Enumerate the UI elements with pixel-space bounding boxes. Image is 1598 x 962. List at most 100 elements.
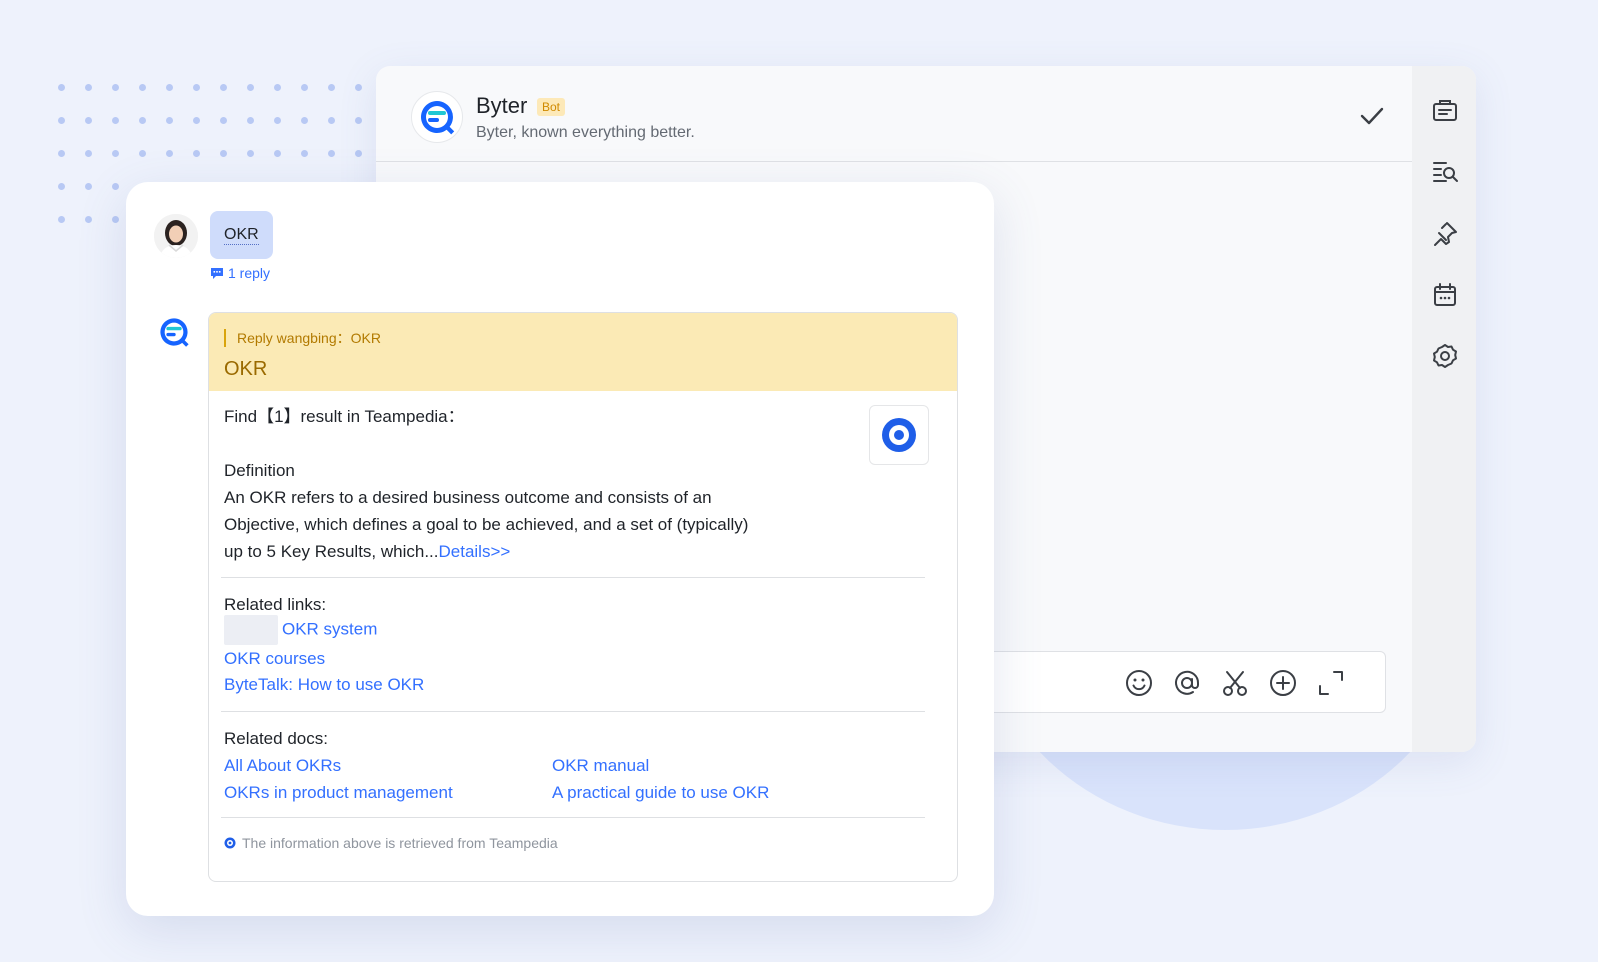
decorative-dot	[166, 117, 173, 124]
bot-badge: Bot	[537, 98, 566, 116]
scissors-icon[interactable]	[1219, 667, 1251, 699]
decorative-dot	[166, 150, 173, 157]
decorative-dot	[328, 150, 335, 157]
decorative-dot	[301, 117, 308, 124]
pin-icon[interactable]	[1431, 220, 1459, 248]
user-message-bubble[interactable]: OKR	[210, 211, 273, 259]
section-divider	[221, 711, 925, 712]
emoji-icon[interactable]	[1123, 667, 1155, 699]
search-list-icon[interactable]	[1431, 158, 1459, 186]
decorative-dot	[85, 183, 92, 190]
decorative-dot	[112, 117, 119, 124]
decorative-dot	[328, 84, 335, 91]
related-links-label: Related links:	[224, 595, 327, 614]
decorative-dot	[58, 150, 65, 157]
decorative-dot	[85, 216, 92, 223]
definition-line-1: An OKR refers to a desired business outc…	[224, 488, 712, 507]
decorative-dot	[58, 183, 65, 190]
reply-icon	[211, 268, 223, 279]
blurred-image	[224, 615, 278, 645]
decorative-dot	[58, 84, 65, 91]
decorative-dot	[274, 117, 281, 124]
decorative-dot	[355, 84, 362, 91]
calendar-icon[interactable]	[1431, 281, 1459, 309]
teampedia-icon	[882, 418, 916, 452]
decorative-dot	[193, 84, 200, 91]
decorative-dot	[112, 183, 119, 190]
definition-line-3: up to 5 Key Results, which...Details>>	[224, 538, 510, 565]
related-link-okr-system[interactable]: OKR system	[282, 619, 377, 638]
user-message-text[interactable]: OKR	[224, 226, 259, 245]
answer-title: OKR	[224, 358, 268, 380]
decorative-dot	[274, 150, 281, 157]
decorative-dot	[112, 150, 119, 157]
bot-name: Byter	[476, 93, 528, 118]
bot-avatar[interactable]	[411, 91, 463, 143]
section-divider	[221, 817, 925, 818]
related-link-row: OKR system	[224, 615, 377, 645]
definition-text: up to 5 Key Results, which...	[224, 542, 439, 561]
bot-description: Byter, known everything better.	[476, 124, 695, 141]
decorative-dot	[247, 84, 254, 91]
byter-logo-icon	[421, 101, 455, 135]
decorative-dot	[58, 117, 65, 124]
chat-header: Byter Bot Byter, known everything better…	[376, 66, 1412, 162]
definition-line-2: Objective, which defines a goal to be ac…	[224, 515, 749, 534]
reply-quote: Reply wangbing：OKR	[224, 329, 381, 347]
definition-label: Definition	[224, 461, 295, 480]
decorative-dot	[355, 117, 362, 124]
user-portrait-icon	[154, 214, 198, 258]
reply-thread-link[interactable]: 1 reply	[210, 265, 270, 281]
decorative-dot	[85, 84, 92, 91]
related-doc-practical-guide[interactable]: A practical guide to use OKR	[552, 779, 769, 806]
decorative-dot	[220, 84, 227, 91]
decorative-dot	[139, 117, 146, 124]
related-link-okr-courses[interactable]: OKR courses	[224, 645, 325, 672]
decorative-dot	[220, 117, 227, 124]
user-avatar[interactable]	[154, 214, 198, 258]
details-link[interactable]: Details>>	[439, 542, 511, 561]
stage: Byter Bot Byter, known everything better…	[0, 0, 1598, 962]
decorative-dot	[328, 117, 335, 124]
add-icon[interactable]	[1267, 667, 1299, 699]
decorative-dot	[139, 150, 146, 157]
decorative-dot	[139, 84, 146, 91]
teampedia-small-icon	[224, 837, 236, 849]
related-doc-okr-manual[interactable]: OKR manual	[552, 752, 649, 779]
decorative-dot	[220, 150, 227, 157]
mention-icon[interactable]	[1171, 667, 1203, 699]
find-result-line: Find【1】result in Teampedia：	[224, 407, 465, 426]
decorative-dot	[58, 216, 65, 223]
answer-card-header: Reply wangbing：OKR OKR	[209, 313, 957, 391]
decorative-dot	[301, 84, 308, 91]
related-link-bytetalk[interactable]: ByteTalk: How to use OKR	[224, 671, 424, 698]
related-docs-label: Related docs:	[224, 729, 328, 748]
expand-icon[interactable]	[1315, 667, 1347, 699]
settings-icon[interactable]	[1431, 342, 1459, 370]
related-doc-all-about-okrs[interactable]: All About OKRs	[224, 752, 341, 779]
announcement-icon[interactable]	[1431, 97, 1459, 125]
section-divider	[221, 577, 925, 578]
decorative-dot	[112, 84, 119, 91]
decorative-dot	[247, 150, 254, 157]
answer-card: Reply wangbing：OKR OKR Find【1】result in …	[208, 312, 958, 882]
decorative-dot	[112, 216, 119, 223]
side-rail	[1412, 66, 1476, 752]
check-icon[interactable]	[1358, 102, 1386, 130]
decorative-dot	[85, 150, 92, 157]
related-doc-product-management[interactable]: OKRs in product management	[224, 779, 453, 806]
bot-small-avatar[interactable]	[154, 312, 194, 352]
decorative-dot	[355, 150, 362, 157]
decorative-dot	[193, 150, 200, 157]
source-note: The information above is retrieved from …	[224, 835, 558, 851]
message-card: OKR 1 reply Reply wangbing：OKR OKR Find【…	[126, 182, 994, 916]
reply-count[interactable]: 1 reply	[228, 265, 270, 281]
message-input-toolbar[interactable]	[936, 651, 1386, 713]
decorative-dot	[247, 117, 254, 124]
decorative-dot	[193, 117, 200, 124]
byter-logo-icon	[160, 318, 189, 347]
decorative-dot	[85, 117, 92, 124]
teampedia-logo[interactable]	[869, 405, 929, 465]
decorative-dot	[274, 84, 281, 91]
decorative-dot	[301, 150, 308, 157]
